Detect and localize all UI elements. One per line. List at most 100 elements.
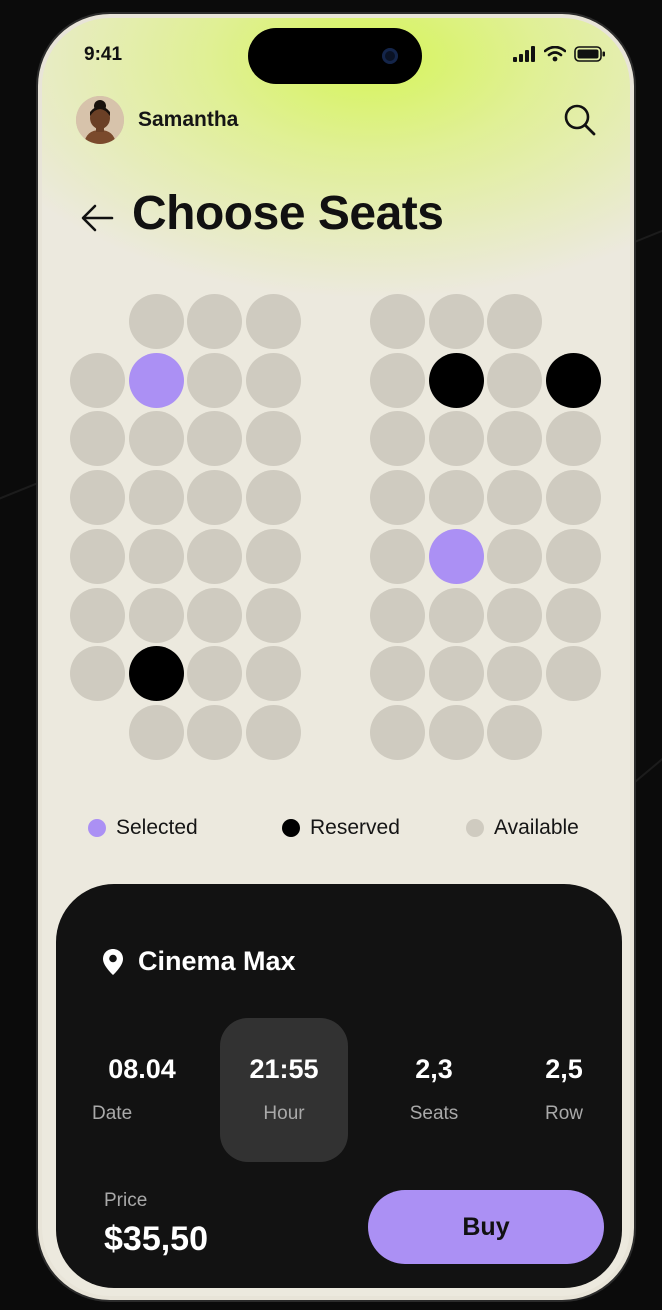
seat-right-r6-c4[interactable] [546,587,602,643]
seat-right-r7-c4[interactable] [546,646,602,702]
seat-right-r6-c2[interactable] [428,587,484,643]
seat-left-r5-c2[interactable] [128,528,184,584]
seat-left-r5-c4[interactable] [246,528,302,584]
seat-right-r5-c2[interactable] [428,528,484,584]
seat-left-r3-c3[interactable] [187,411,243,467]
row-info: 2,5 Row [524,1054,604,1125]
seat-left-r1-c2[interactable] [128,294,184,349]
seat-left-r7-c2 [128,646,184,702]
status-time: 9:41 [84,44,123,65]
seat-left-r8-c2[interactable] [128,704,184,760]
phone-frame: 9:41 Samantha Choose Seats Selected Rese… [38,14,634,1300]
search-button[interactable] [560,100,600,140]
cinema-name: Cinema Max [138,946,296,976]
page-title: Choose Seats [132,187,444,240]
seat-right-r1-c1[interactable] [370,294,425,349]
seat-left-r6-c4[interactable] [246,587,302,643]
seat-right-r3-c1[interactable] [370,411,425,467]
row-label: Row [544,1103,583,1124]
seat-left-r5-c3[interactable] [187,528,243,584]
cinema-location[interactable]: Cinema Max [102,946,296,977]
seat-left-r2-c2[interactable] [128,352,184,408]
seat-left-r6-c3[interactable] [187,587,243,643]
seat-right-r2-c1[interactable] [370,352,425,408]
seat-left-r7-c1[interactable] [70,646,125,702]
reserved-dot-icon [282,819,300,837]
seat-right-r3-c4[interactable] [546,411,602,467]
seat-left-r1-c4[interactable] [246,294,302,349]
avatar-portrait [76,96,124,144]
seat-right-r8-c2[interactable] [428,704,484,760]
price-label: Price [104,1190,148,1211]
seat-left-r7-c3[interactable] [187,646,243,702]
user-name: Samantha [138,108,239,131]
seat-left-r7-c4[interactable] [246,646,302,702]
seat-left-r2-c4[interactable] [246,352,302,408]
seats-info: 2,3 Seats [386,1054,482,1125]
legend-available-label: Available [494,816,579,839]
seat-left-r2-c3[interactable] [187,352,243,408]
location-pin-icon [103,948,123,975]
seat-right-r7-c3[interactable] [487,646,543,702]
date-info[interactable]: 08.04 Date [92,1054,192,1125]
seat-right-r4-c2[interactable] [428,470,484,526]
seat-right-r2-c4 [546,352,602,408]
seat-left-r4-c3[interactable] [187,470,243,526]
arrow-left-icon [81,204,114,232]
seat-right-r5-c3[interactable] [487,528,543,584]
seat-right-r2-c3[interactable] [487,352,543,408]
user-avatar[interactable] [76,96,124,144]
seat-legend: Selected Reserved Available [42,816,630,846]
seat-right-r8-c1[interactable] [370,704,425,760]
seat-left-r3-c1[interactable] [70,411,125,467]
seats-label: Seats [409,1103,459,1124]
seat-right-r1-c3[interactable] [487,294,543,349]
seat-right-r5-c4[interactable] [546,528,602,584]
row-value: 2,5 [545,1054,583,1084]
legend-reserved-label: Reserved [310,816,400,839]
seat-right-r7-c1[interactable] [370,646,425,702]
legend-available: Available [466,816,579,840]
seat-right-r4-c1[interactable] [370,470,425,526]
seat-right-r3-c3[interactable] [487,411,543,467]
seat-left-r5-c1[interactable] [70,528,125,584]
seat-right-r5-c1[interactable] [370,528,425,584]
seat-left-r4-c2[interactable] [128,470,184,526]
selected-dot-icon [88,819,106,837]
app-screen: 9:41 Samantha Choose Seats Selected Rese… [42,18,630,1296]
seat-left-r6-c2[interactable] [128,587,184,643]
hour-value: 21:55 [249,1054,319,1084]
hour-label: Hour [263,1103,305,1124]
seat-right-r6-c3[interactable] [487,587,543,643]
seat-left-r4-c1[interactable] [70,470,125,526]
seat-right-r4-c3[interactable] [487,470,543,526]
date-value: 08.04 [108,1054,176,1084]
camera-icon [382,48,398,64]
seat-left-r8-c3[interactable] [187,704,243,760]
seat-left-r2-c1[interactable] [70,352,125,408]
seat-right-r2-c2 [428,352,484,408]
seat-right-r8-c3[interactable] [487,704,543,760]
available-dot-icon [466,819,484,837]
seat-right-r6-c1[interactable] [370,587,425,643]
seat-right-r4-c4[interactable] [546,470,602,526]
booking-card: Cinema Max 08.04 Date 21:55 Hour 2,3 Sea… [56,884,622,1288]
seat-right-r7-c2[interactable] [428,646,484,702]
battery-icon [574,46,605,62]
legend-selected-label: Selected [116,816,198,839]
buy-button[interactable]: Buy [368,1190,604,1264]
seat-left-r4-c4[interactable] [246,470,302,526]
seat-right-r3-c2[interactable] [428,411,484,467]
cellular-signal-icon [513,46,535,62]
seat-left-r8-c4[interactable] [246,704,302,760]
seat-left-r3-c4[interactable] [246,411,302,467]
seat-right-r1-c2[interactable] [428,294,484,349]
hour-info[interactable]: 21:55 Hour [220,1054,348,1125]
back-button[interactable] [78,198,118,238]
seat-left-r6-c1[interactable] [70,587,125,643]
date-label: Date [92,1103,133,1124]
seat-left-r3-c2[interactable] [128,411,184,467]
wifi-icon [544,46,566,62]
legend-selected: Selected [88,816,198,840]
seat-left-r1-c3[interactable] [187,294,243,349]
